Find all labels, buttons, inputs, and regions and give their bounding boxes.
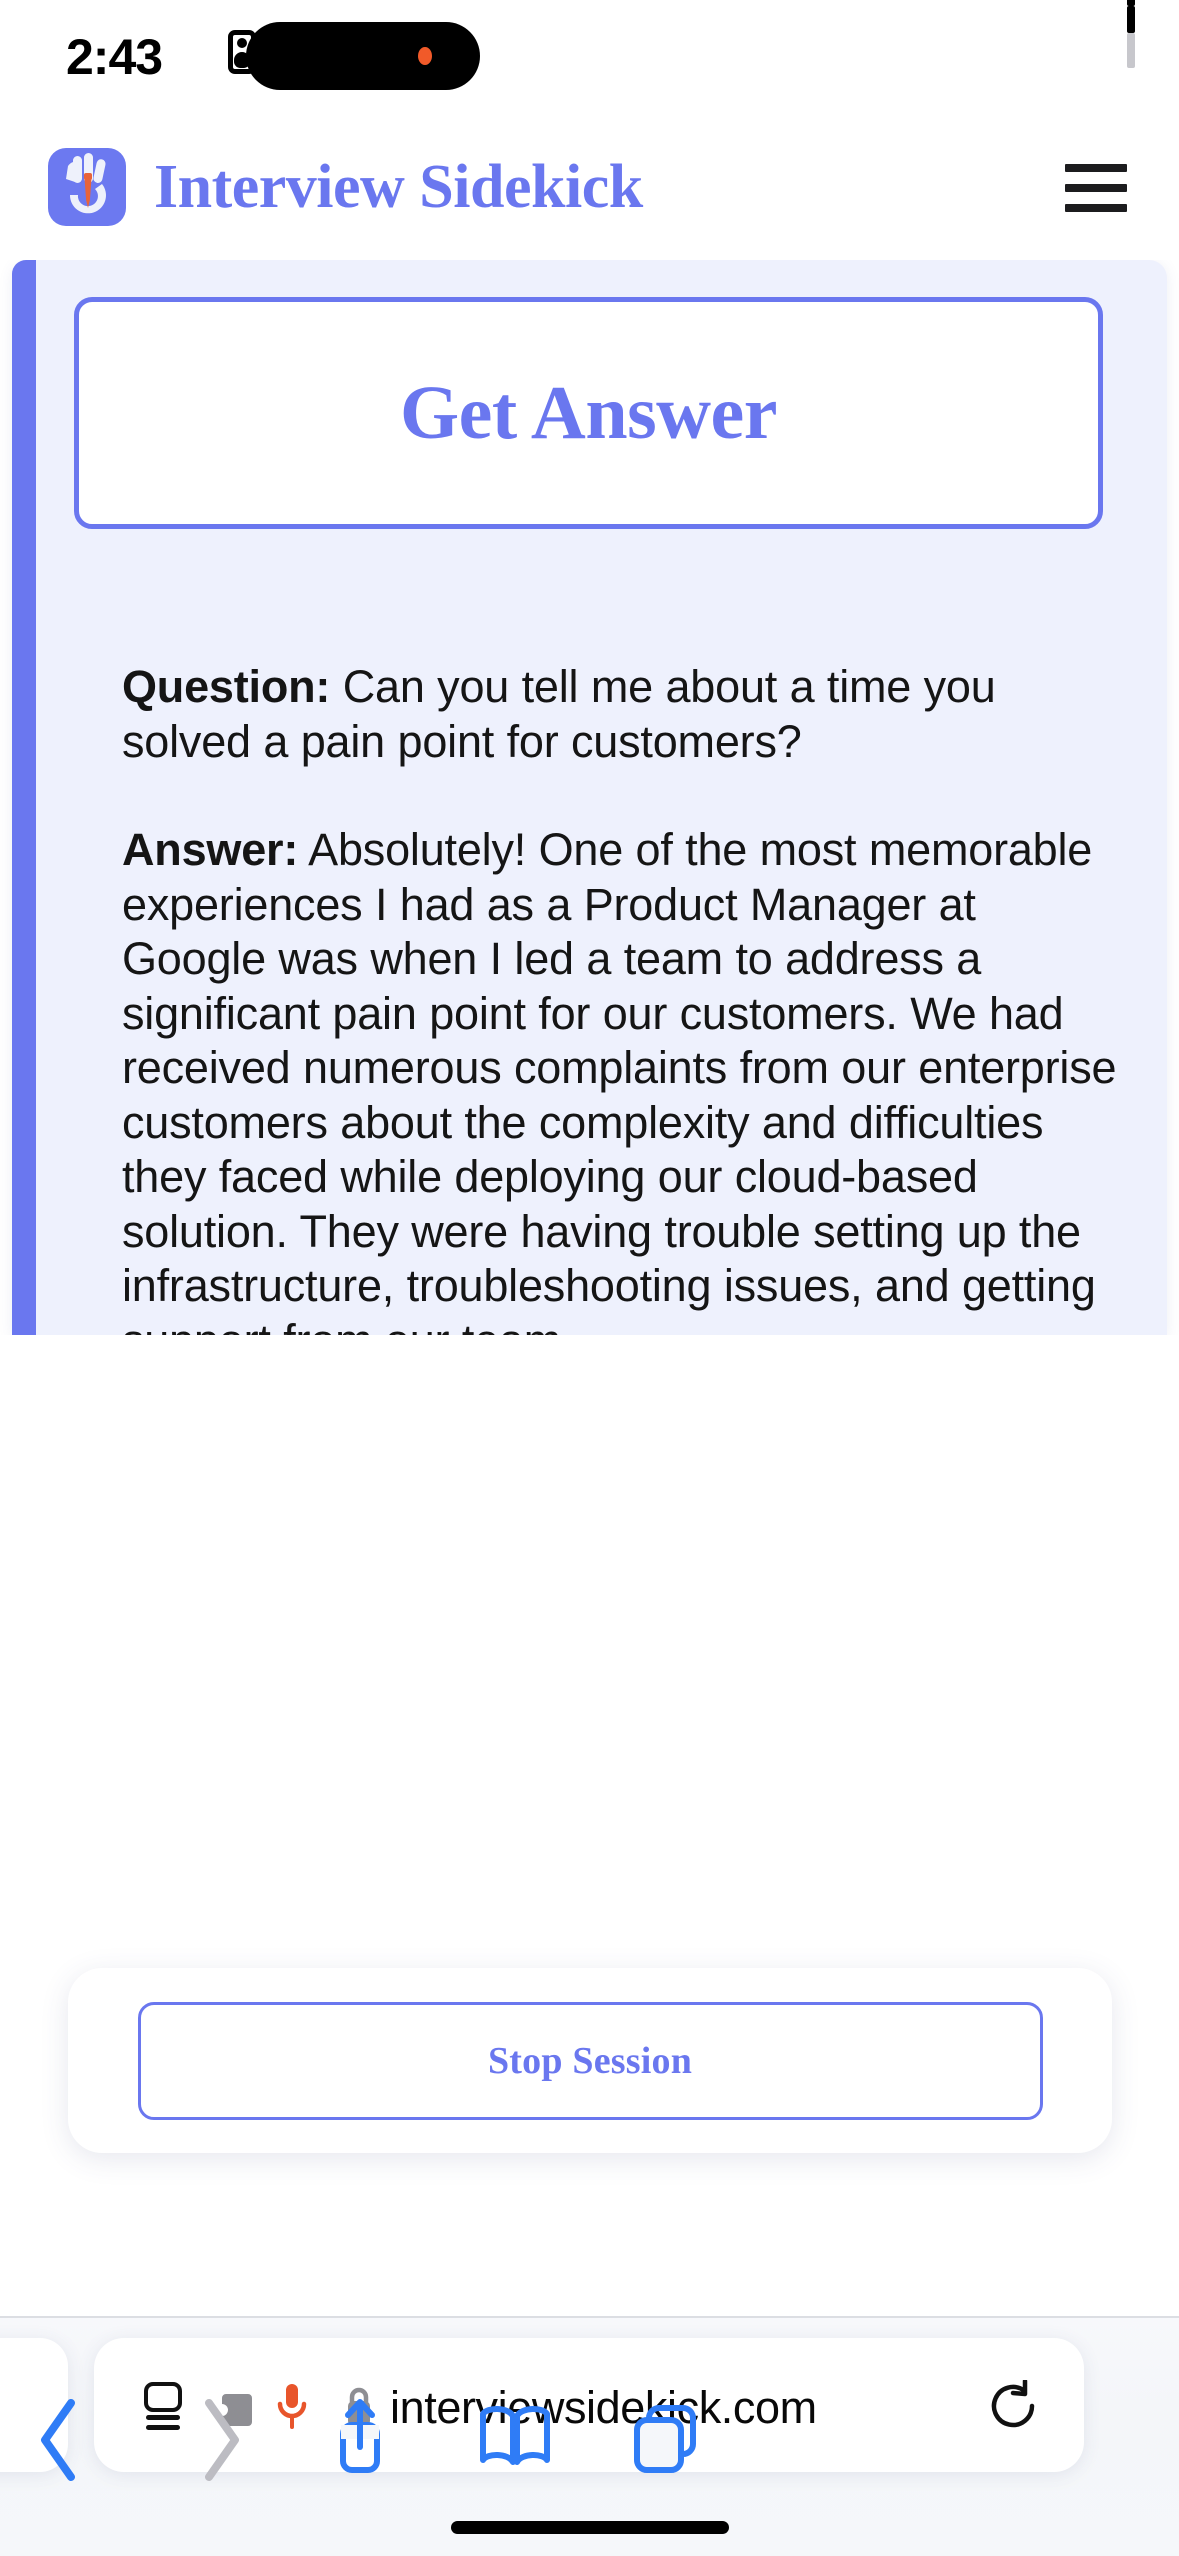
answer-paragraph-1: Answer: Absolutely! One of the most memo… xyxy=(122,823,1122,1335)
status-bar-time: 2:43 xyxy=(66,29,163,85)
orange-recording-dot-icon xyxy=(418,47,432,65)
tabs-button[interactable] xyxy=(607,2390,727,2490)
site-header: Interview Sidekick xyxy=(0,112,1179,260)
dynamic-island xyxy=(246,22,480,90)
brand-link[interactable]: Interview Sidekick xyxy=(48,148,643,226)
forward-button xyxy=(160,2390,280,2490)
get-answer-button[interactable]: Get Answer xyxy=(74,297,1103,529)
question-label: Question: xyxy=(122,661,331,712)
home-indicator xyxy=(450,2521,729,2534)
get-answer-label: Get Answer xyxy=(399,370,778,455)
answer-label: Answer: xyxy=(122,824,299,875)
hamburger-menu-icon[interactable] xyxy=(1065,164,1127,212)
stop-session-card: Stop Session xyxy=(68,1968,1112,2153)
back-button[interactable] xyxy=(0,2390,120,2490)
chrome-divider xyxy=(0,2316,1179,2318)
question-paragraph: Question: Can you tell me about a time y… xyxy=(122,660,1122,769)
ok-hand-logo-icon xyxy=(48,148,126,226)
qa-transcript: Question: Can you tell me about a time y… xyxy=(122,660,1122,1335)
answer-body-1: Absolutely! One of the most memorable ex… xyxy=(122,824,1117,1335)
panel-accent-bar xyxy=(12,260,36,1335)
stop-session-label: Stop Session xyxy=(487,2039,693,2082)
phone-screen: 2:43 35 xyxy=(0,0,1179,2556)
chevron-right-icon xyxy=(205,2399,239,2481)
bookmarks-button[interactable] xyxy=(455,2390,575,2490)
share-button[interactable] xyxy=(300,2390,420,2490)
safari-toolbar xyxy=(0,2390,1179,2500)
cellular-signal-icon xyxy=(1127,0,1140,68)
share-icon xyxy=(340,2399,380,2473)
answer-panel: Get Answer Question: Can you tell me abo… xyxy=(12,260,1167,1335)
stop-session-button[interactable]: Stop Session xyxy=(137,2001,1043,2120)
book-icon xyxy=(480,2406,550,2465)
tabs-icon xyxy=(634,2405,696,2473)
webview-content: Get Answer Question: Can you tell me abo… xyxy=(0,260,1179,1335)
status-bar: 2:43 35 xyxy=(0,0,1179,112)
safari-bottom-chrome: interviewsidekick.com xyxy=(0,2316,1179,2556)
chevron-left-icon xyxy=(41,2399,75,2481)
page-title: Interview Sidekick xyxy=(154,152,643,221)
